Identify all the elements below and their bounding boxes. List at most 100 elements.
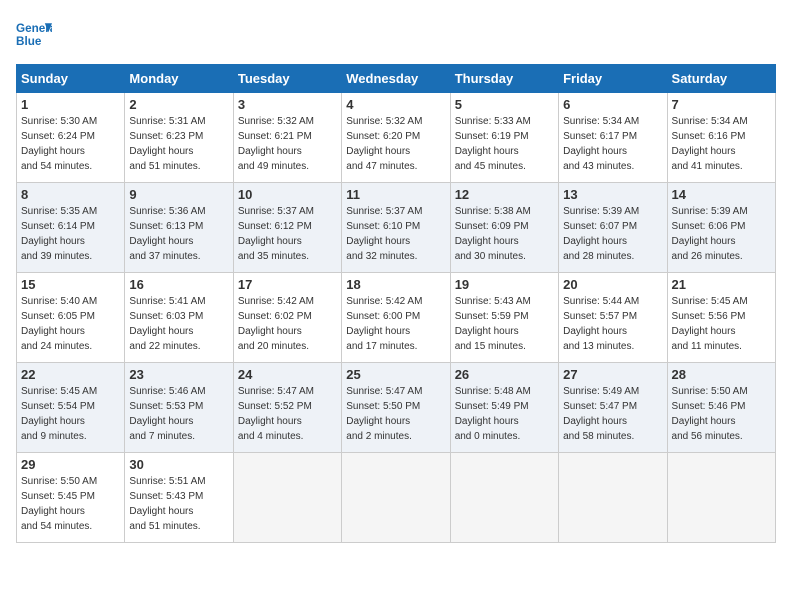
day-number: 2 [129, 97, 228, 112]
calendar-cell: 3 Sunrise: 5:32 AMSunset: 6:21 PMDaylight… [233, 93, 341, 183]
calendar-cell [667, 453, 775, 543]
day-info: Sunrise: 5:47 AMSunset: 5:52 PMDaylight … [238, 384, 337, 444]
weekday-header-tuesday: Tuesday [233, 65, 341, 93]
calendar-cell: 19 Sunrise: 5:43 AMSunset: 5:59 PMDayligh… [450, 273, 558, 363]
calendar-cell [233, 453, 341, 543]
day-number: 20 [563, 277, 662, 292]
day-number: 5 [455, 97, 554, 112]
calendar-cell: 2 Sunrise: 5:31 AMSunset: 6:23 PMDaylight… [125, 93, 233, 183]
calendar-cell: 17Sunrise: 5:42 AMSunset: 6:02 PMDayligh… [233, 273, 341, 363]
calendar-cell: 30 Sunrise: 5:51 AMSunset: 5:43 PMDayligh… [125, 453, 233, 543]
logo: General Blue [16, 16, 52, 52]
calendar-row: 22 Sunrise: 5:45 AMSunset: 5:54 PMDayligh… [17, 363, 776, 453]
day-number: 24 [238, 367, 337, 382]
day-info: Sunrise: 5:33 AMSunset: 6:19 PMDaylight … [455, 114, 554, 174]
day-info: Sunrise: 5:50 AMSunset: 5:46 PMDaylight … [672, 384, 771, 444]
day-number: 18 [346, 277, 445, 292]
day-info: Sunrise: 5:36 AMSunset: 6:13 PMDaylight … [129, 204, 228, 264]
day-info: Sunrise: 5:38 AMSunset: 6:09 PMDaylight … [455, 204, 554, 264]
day-number: 23 [129, 367, 228, 382]
logo-icon: General Blue [16, 16, 52, 52]
day-number: 21 [672, 277, 771, 292]
day-number: 11 [346, 187, 445, 202]
calendar-cell: 28 Sunrise: 5:50 AMSunset: 5:46 PMDayligh… [667, 363, 775, 453]
day-number: 22 [21, 367, 120, 382]
calendar-cell: 4Sunrise: 5:32 AMSunset: 6:20 PMDaylight… [342, 93, 450, 183]
day-info: Sunrise: 5:45 AMSunset: 5:54 PMDaylight … [21, 384, 120, 444]
day-number: 19 [455, 277, 554, 292]
calendar-row: 29Sunrise: 5:50 AMSunset: 5:45 PMDayligh… [17, 453, 776, 543]
calendar-cell [342, 453, 450, 543]
day-info: Sunrise: 5:47 AMSunset: 5:50 PMDaylight … [346, 384, 445, 444]
day-number: 7 [672, 97, 771, 112]
weekday-header-thursday: Thursday [450, 65, 558, 93]
day-info: Sunrise: 5:46 AMSunset: 5:53 PMDaylight … [129, 384, 228, 444]
calendar-row: 15 Sunrise: 5:40 AMSunset: 6:05 PMDayligh… [17, 273, 776, 363]
day-number: 26 [455, 367, 554, 382]
day-info: Sunrise: 5:40 AMSunset: 6:05 PMDaylight … [21, 294, 120, 354]
day-number: 9 [129, 187, 228, 202]
calendar-cell: 25 Sunrise: 5:47 AMSunset: 5:50 PMDayligh… [342, 363, 450, 453]
day-number: 15 [21, 277, 120, 292]
day-info: Sunrise: 5:34 AMSunset: 6:16 PMDaylight … [672, 114, 771, 174]
day-info: Sunrise: 5:39 AMSunset: 6:06 PMDaylight … [672, 204, 771, 264]
day-info: Sunrise: 5:30 AMSunset: 6:24 PMDaylight … [21, 114, 120, 174]
calendar-cell: 6 Sunrise: 5:34 AMSunset: 6:17 PMDaylight… [559, 93, 667, 183]
svg-text:Blue: Blue [16, 35, 42, 48]
calendar-cell: 12 Sunrise: 5:38 AMSunset: 6:09 PMDayligh… [450, 183, 558, 273]
calendar-cell: 13 Sunrise: 5:39 AMSunset: 6:07 PMDayligh… [559, 183, 667, 273]
day-number: 4 [346, 97, 445, 112]
day-info: Sunrise: 5:43 AMSunset: 5:59 PMDaylight … [455, 294, 554, 354]
calendar-cell: 11 Sunrise: 5:37 AMSunset: 6:10 PMDayligh… [342, 183, 450, 273]
calendar-row: 1Sunrise: 5:30 AMSunset: 6:24 PMDaylight… [17, 93, 776, 183]
day-number: 25 [346, 367, 445, 382]
calendar-table: SundayMondayTuesdayWednesdayThursdayFrid… [16, 64, 776, 543]
calendar-cell: 26 Sunrise: 5:48 AMSunset: 5:49 PMDayligh… [450, 363, 558, 453]
calendar-cell: 18 Sunrise: 5:42 AMSunset: 6:00 PMDayligh… [342, 273, 450, 363]
day-info: Sunrise: 5:39 AMSunset: 6:07 PMDaylight … [563, 204, 662, 264]
day-info: Sunrise: 5:37 AMSunset: 6:12 PMDaylight … [238, 204, 337, 264]
day-number: 12 [455, 187, 554, 202]
day-info: Sunrise: 5:32 AMSunset: 6:21 PMDaylight … [238, 114, 337, 174]
day-info: Sunrise: 5:31 AMSunset: 6:23 PMDaylight … [129, 114, 228, 174]
day-number: 8 [21, 187, 120, 202]
day-info: Sunrise: 5:42 AMSunset: 6:00 PMDaylight … [346, 294, 445, 354]
calendar-cell [559, 453, 667, 543]
calendar-cell: 21Sunrise: 5:45 AMSunset: 5:56 PMDayligh… [667, 273, 775, 363]
day-info: Sunrise: 5:49 AMSunset: 5:47 PMDaylight … [563, 384, 662, 444]
calendar-cell: 8 Sunrise: 5:35 AMSunset: 6:14 PMDaylight… [17, 183, 125, 273]
weekday-header-wednesday: Wednesday [342, 65, 450, 93]
calendar-cell: 22 Sunrise: 5:45 AMSunset: 5:54 PMDayligh… [17, 363, 125, 453]
weekday-header-friday: Friday [559, 65, 667, 93]
day-info: Sunrise: 5:34 AMSunset: 6:17 PMDaylight … [563, 114, 662, 174]
calendar-cell: 7 Sunrise: 5:34 AMSunset: 6:16 PMDaylight… [667, 93, 775, 183]
calendar-cell: 27 Sunrise: 5:49 AMSunset: 5:47 PMDayligh… [559, 363, 667, 453]
calendar-cell: 16Sunrise: 5:41 AMSunset: 6:03 PMDayligh… [125, 273, 233, 363]
calendar-cell: 20 Sunrise: 5:44 AMSunset: 5:57 PMDayligh… [559, 273, 667, 363]
calendar-cell: 29Sunrise: 5:50 AMSunset: 5:45 PMDayligh… [17, 453, 125, 543]
calendar-cell: 5 Sunrise: 5:33 AMSunset: 6:19 PMDaylight… [450, 93, 558, 183]
day-number: 13 [563, 187, 662, 202]
calendar-cell: 14 Sunrise: 5:39 AMSunset: 6:06 PMDayligh… [667, 183, 775, 273]
day-info: Sunrise: 5:41 AMSunset: 6:03 PMDaylight … [129, 294, 228, 354]
day-number: 14 [672, 187, 771, 202]
day-info: Sunrise: 5:51 AMSunset: 5:43 PMDaylight … [129, 474, 228, 534]
calendar-cell: 15 Sunrise: 5:40 AMSunset: 6:05 PMDayligh… [17, 273, 125, 363]
day-info: Sunrise: 5:44 AMSunset: 5:57 PMDaylight … [563, 294, 662, 354]
page-header: General Blue [16, 16, 776, 52]
day-number: 28 [672, 367, 771, 382]
day-info: Sunrise: 5:37 AMSunset: 6:10 PMDaylight … [346, 204, 445, 264]
calendar-cell: 23 Sunrise: 5:46 AMSunset: 5:53 PMDayligh… [125, 363, 233, 453]
day-info: Sunrise: 5:35 AMSunset: 6:14 PMDaylight … [21, 204, 120, 264]
day-number: 10 [238, 187, 337, 202]
calendar-cell [450, 453, 558, 543]
day-number: 27 [563, 367, 662, 382]
calendar-cell: 10 Sunrise: 5:37 AMSunset: 6:12 PMDayligh… [233, 183, 341, 273]
day-number: 30 [129, 457, 228, 472]
calendar-cell: 9 Sunrise: 5:36 AMSunset: 6:13 PMDaylight… [125, 183, 233, 273]
day-info: Sunrise: 5:48 AMSunset: 5:49 PMDaylight … [455, 384, 554, 444]
day-number: 6 [563, 97, 662, 112]
calendar-cell: 1Sunrise: 5:30 AMSunset: 6:24 PMDaylight… [17, 93, 125, 183]
weekday-header-monday: Monday [125, 65, 233, 93]
day-number: 3 [238, 97, 337, 112]
